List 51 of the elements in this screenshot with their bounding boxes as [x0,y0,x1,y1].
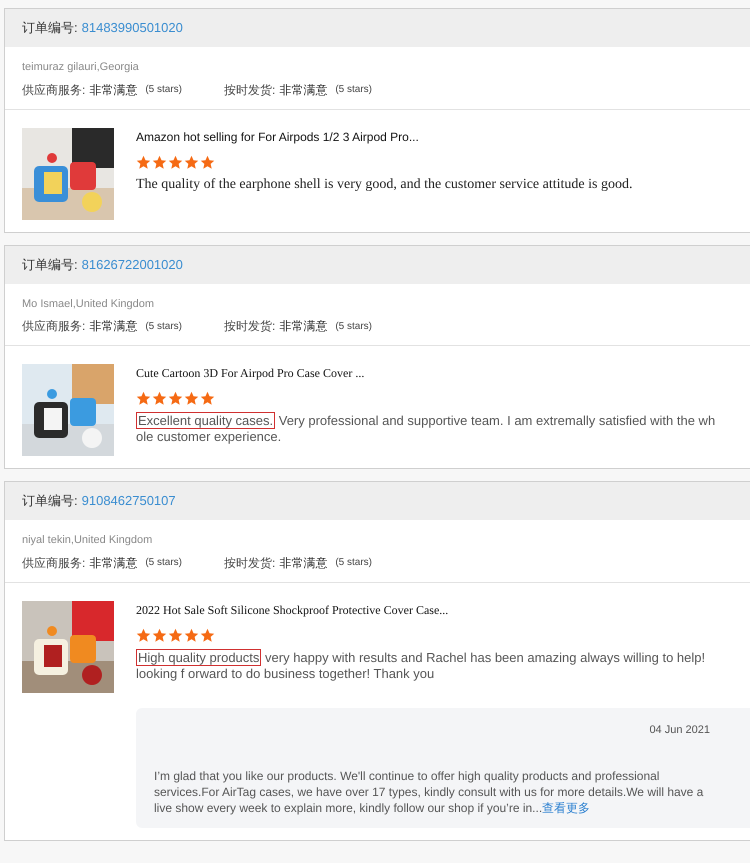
star-icon [184,628,199,642]
product-title[interactable]: Cute Cartoon 3D For Airpod Pro Case Cover ... [136,364,736,382]
star-icon [136,154,151,170]
rating-label: 按时发货: [224,82,276,98]
rating-stars-text: (5 stars) [335,83,372,97]
buyer-name: teimuraz gilauri,Georgia [22,60,140,75]
star-icon [184,391,199,406]
buyer-name: Mo Ismael,United Kingdom [22,296,156,312]
star-icon [168,628,183,642]
star-icon [200,154,215,170]
star-icon [152,154,167,170]
rating-stars-text: (5 stars) [145,83,182,97]
order-label: 订单编号: [22,256,78,274]
rating-value: 非常满意 [89,82,138,98]
rating-value: 非常满意 [279,82,328,98]
rating-value: 非常满意 [279,318,328,335]
product-title[interactable]: 2022 Hot Sale Soft Silicone Shockproof Protective Cover Case... [136,600,736,618]
star-icon [168,154,183,170]
order-label: 订单编号: [22,19,78,38]
star-icon [184,154,199,170]
review-text: High quality products very happy with results and Rachel has been amazing always willing to help! looking f orward to do business together! Thank you [136,650,706,682]
rating-value: 非常满意 [279,554,328,572]
product-title[interactable]: Amazon hot selling for For Airpods 1/2 3 Airpod Pro... [136,128,736,146]
buyer-name: niyal tekin,United Kingdom [22,533,154,548]
rating-stars-text: (5 stars) [145,320,182,334]
rating-label: 供应商服务: [22,82,86,98]
rating-stars-text: (5 stars) [145,556,182,570]
rating-value: 非常满意 [89,318,138,335]
rating-value: 非常满意 [89,554,138,572]
star-icon [136,628,151,642]
rating-label: 按时发货: [224,318,276,335]
review-text: Excellent quality cases. Very professional and supportive team. I am extremally satisfied with the wh ole customer experience. [136,413,716,445]
reply-text: I’m glad that you like our products. We'll continue to offer high quality products and professional services.For AirTag cases, we have over 17 types, kindly consult with us for more details.We will have a live show every week to explain more, kindly follow our shop if you’re in...查看更多 [154,768,704,816]
reply-date: 04 Jun 2021 [649,722,710,738]
order-label: 订单编号: [22,492,78,510]
order-number: 9108462750107 [82,492,176,510]
star-icon [152,391,167,406]
see-more-link[interactable]: 查看更多 [542,801,590,815]
rating-stars-text: (5 stars) [335,320,372,334]
star-icon [136,391,151,406]
star-icon [200,628,215,642]
star-icon [168,391,183,406]
rating-stars-text: (5 stars) [335,556,372,570]
order-number: 81483990501020 [82,19,183,38]
rating-label: 供应商服务: [22,554,86,572]
review-text: The quality of the earphone shell is very good, and the customer service attitude is good. [136,176,634,192]
star-icon [200,391,215,406]
rating-label: 供应商服务: [22,318,86,335]
order-number: 81626722001020 [82,256,183,274]
rating-label: 按时发货: [224,554,276,572]
star-icon [152,628,167,642]
